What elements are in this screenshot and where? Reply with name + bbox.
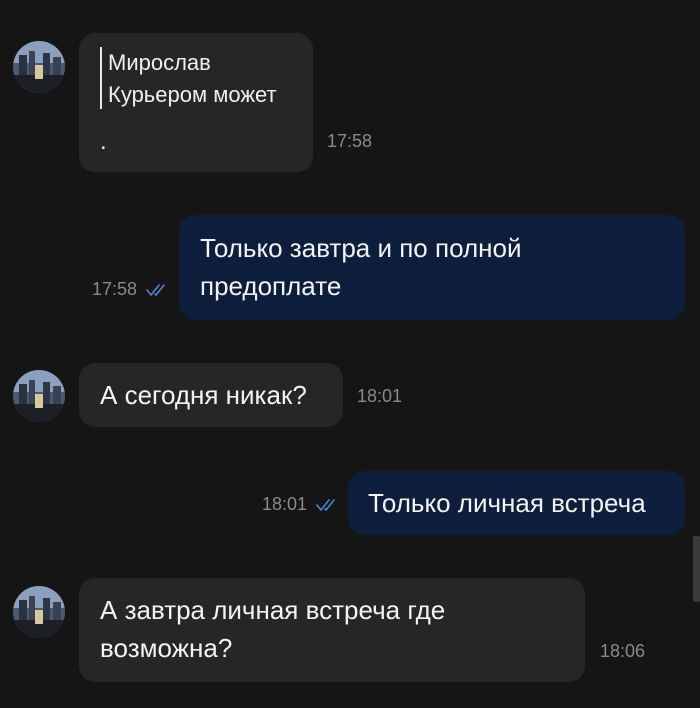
contact-avatar[interactable] [13, 586, 65, 638]
contact-avatar[interactable] [13, 41, 65, 93]
avatar-photo [13, 586, 65, 638]
quote-author: Мирослав [108, 50, 211, 75]
message-bubble-outgoing[interactable]: Только личная встреча [348, 471, 685, 535]
message-text: А сегодня никак? [100, 380, 307, 410]
message-time: 17:58 [327, 131, 373, 151]
message-text-line: А завтра личная встреча где [100, 595, 446, 625]
scrollbar-thumb[interactable] [693, 536, 700, 602]
message-text-line: возможна? [100, 633, 233, 663]
message-text: Только личная встреча [368, 488, 646, 518]
avatar-photo [13, 370, 65, 422]
double-check-icon [316, 499, 335, 511]
message-bubble-outgoing[interactable]: Только завтра и по полной предоплате [179, 215, 685, 320]
double-check-icon [146, 284, 165, 296]
message-text-line: Только завтра и по полной [200, 233, 522, 263]
message-time: 18:06 [600, 641, 646, 661]
message-bubble-incoming[interactable]: Мирослав Курьером может . [79, 33, 313, 172]
avatar-photo [13, 41, 65, 93]
quote-text: Курьером может [108, 82, 277, 107]
message-time: 18:01 [262, 494, 308, 514]
contact-avatar[interactable] [13, 370, 65, 422]
message-bubble-incoming[interactable]: А завтра личная встреча где возможна? [79, 578, 585, 682]
message-time: 18:01 [357, 386, 403, 406]
message-text: . [100, 128, 107, 155]
message-time: 17:58 [92, 279, 138, 299]
quote-bar [100, 47, 102, 109]
message-text-line: предоплате [200, 271, 342, 301]
message-bubble-incoming[interactable]: А сегодня никак? [79, 363, 343, 427]
